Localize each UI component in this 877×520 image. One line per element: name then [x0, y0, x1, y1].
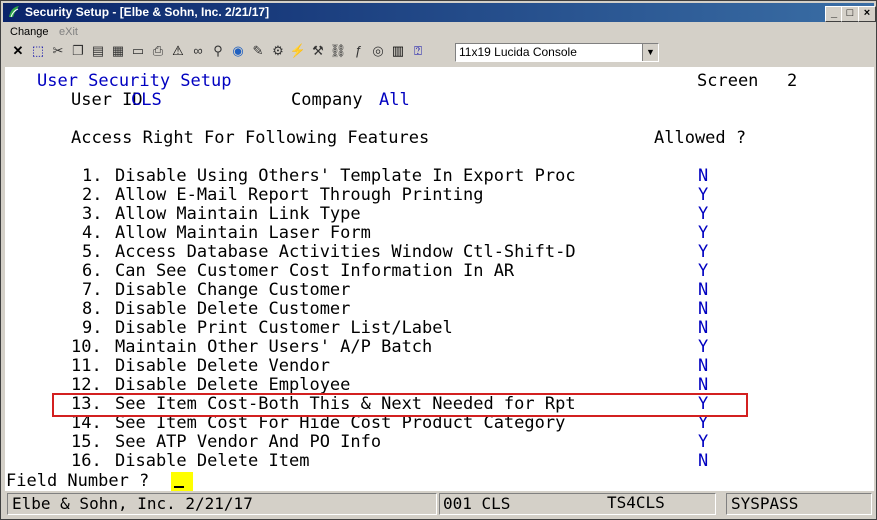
globe-icon[interactable]: ◉ — [229, 42, 247, 60]
feature-num: 6. — [82, 261, 103, 281]
company-label: Company — [291, 90, 363, 110]
feature-num: 1. — [82, 166, 103, 186]
function-icon[interactable]: ƒ — [349, 42, 367, 60]
screen-title: User Security Setup — [37, 71, 232, 91]
close-button[interactable]: × — [858, 6, 876, 22]
record-icon[interactable]: ◎ — [369, 42, 387, 60]
close-icon[interactable]: ✕ — [9, 42, 27, 60]
feature-allowed[interactable]: Y — [698, 186, 708, 205]
section-header: Access Right For Following Features — [71, 128, 430, 148]
paste-icon[interactable]: ▤ — [89, 42, 107, 60]
menu-exit[interactable]: eXit — [59, 24, 78, 40]
feature-label: Allow Maintain Link Type — [115, 204, 361, 224]
notes-icon[interactable]: ▥ — [389, 42, 407, 60]
cut-icon[interactable]: ✂ — [49, 42, 67, 60]
app-icon — [9, 6, 19, 18]
feature-label: Disable Using Others' Template In Export… — [115, 166, 576, 186]
feature-allowed[interactable]: Y — [698, 433, 708, 452]
user-id-value[interactable]: CLS — [131, 91, 162, 110]
warning-icon[interactable]: ⚠ — [169, 42, 187, 60]
tool-icon[interactable]: ⚒ — [309, 42, 327, 60]
feature-allowed[interactable]: Y — [698, 262, 708, 281]
feature-num: 11. — [71, 356, 102, 376]
feature-allowed[interactable]: N — [698, 452, 708, 471]
feature-num: 7. — [82, 280, 103, 300]
window-title: Security Setup - [Elbe & Sohn, Inc. 2/21… — [25, 5, 270, 19]
settings-icon[interactable]: ⚙ — [269, 42, 287, 60]
toolbar: ✕ ⬚ ✂ ❐ ▤ ▦ ▭ ⎙ ⚠ ∞ ⚲ ◉ ✎ ⚙ ⚡ ⚒ ⛓ ƒ ◎ ▥ … — [3, 41, 874, 63]
search-icon[interactable]: ⚲ — [209, 42, 227, 60]
feature-allowed[interactable]: Y — [698, 224, 708, 243]
company-value[interactable]: All — [379, 91, 410, 110]
text-cursor — [174, 486, 184, 488]
feature-allowed[interactable]: N — [698, 357, 708, 376]
feature-allowed[interactable]: Y — [698, 205, 708, 224]
feature-allowed[interactable]: N — [698, 281, 708, 300]
feature-num: 2. — [82, 185, 103, 205]
pen-icon[interactable]: ✎ — [249, 42, 267, 60]
feature-label: Allow E-Mail Report Through Printing — [115, 185, 484, 205]
font-select[interactable]: 11x19 Lucida Console ▼ — [455, 43, 659, 62]
feature-label: Disable Delete Vendor — [115, 356, 330, 376]
feature-num: 15. — [71, 432, 102, 452]
field-number-input[interactable] — [171, 472, 193, 491]
status-company: Elbe & Sohn, Inc. 2/21/17 — [7, 493, 437, 515]
status-bar: Elbe & Sohn, Inc. 2/21/17 001 CLS TS4CLS… — [3, 492, 874, 516]
help-pointer-icon[interactable]: ⍰ — [409, 42, 427, 60]
feature-num: 9. — [82, 318, 103, 338]
allowed-header: Allowed ? — [654, 128, 747, 148]
glasses-icon[interactable]: ∞ — [189, 42, 207, 60]
screen-label: Screen — [697, 71, 759, 91]
feature-allowed[interactable]: N — [698, 167, 708, 186]
screen-number: 2 — [787, 71, 798, 91]
title-bar: Security Setup - [Elbe & Sohn, Inc. 2/21… — [3, 3, 876, 22]
printer-icon[interactable]: ⎙ — [149, 42, 167, 60]
menu-change[interactable]: Change — [10, 24, 49, 40]
feature-label: Can See Customer Cost Information In AR — [115, 261, 515, 281]
calculator-icon[interactable]: ▦ — [109, 42, 127, 60]
feature-num: 3. — [82, 204, 103, 224]
feature-label: Disable Print Customer List/Label — [115, 318, 453, 338]
feature-label: Maintain Other Users' A/P Batch — [115, 337, 433, 357]
status-password: SYSPASS — [726, 493, 872, 515]
status-session: 001 CLS — [439, 493, 716, 515]
highlight-box — [52, 393, 748, 417]
terminal-screen: User Security Setup Screen 2 User ID CLS… — [5, 67, 874, 491]
feature-label: Disable Change Customer — [115, 280, 351, 300]
feature-num: 5. — [82, 242, 103, 262]
link-icon[interactable]: ⛓ — [329, 42, 347, 60]
feature-num: 10. — [71, 337, 102, 357]
application-window: Security Setup - [Elbe & Sohn, Inc. 2/21… — [0, 0, 877, 520]
feature-allowed[interactable]: N — [698, 319, 708, 338]
feature-label: Disable Delete Customer — [115, 299, 351, 319]
status-terminal: TS4CLS — [607, 493, 665, 512]
page-icon[interactable]: ▭ — [129, 42, 147, 60]
font-select-value: 11x19 Lucida Console — [459, 45, 577, 59]
feature-num: 16. — [71, 451, 102, 471]
feature-num: 8. — [82, 299, 103, 319]
feature-label: Allow Maintain Laser Form — [115, 223, 371, 243]
copy-icon[interactable]: ❐ — [69, 42, 87, 60]
restore-button[interactable]: □ — [841, 6, 859, 22]
chevron-down-icon[interactable]: ▼ — [642, 44, 658, 61]
feature-allowed[interactable]: N — [698, 300, 708, 319]
feature-label: See ATP Vendor And PO Info — [115, 432, 382, 452]
feature-label: Disable Delete Item — [115, 451, 310, 471]
feature-num: 4. — [82, 223, 103, 243]
feature-allowed[interactable]: Y — [698, 338, 708, 357]
feature-allowed[interactable]: Y — [698, 243, 708, 262]
lightning-icon[interactable]: ⚡ — [289, 42, 307, 60]
feature-label: Access Database Activities Window Ctl-Sh… — [115, 242, 576, 262]
field-number-prompt: Field Number ? — [6, 471, 150, 491]
select-icon[interactable]: ⬚ — [29, 42, 47, 60]
